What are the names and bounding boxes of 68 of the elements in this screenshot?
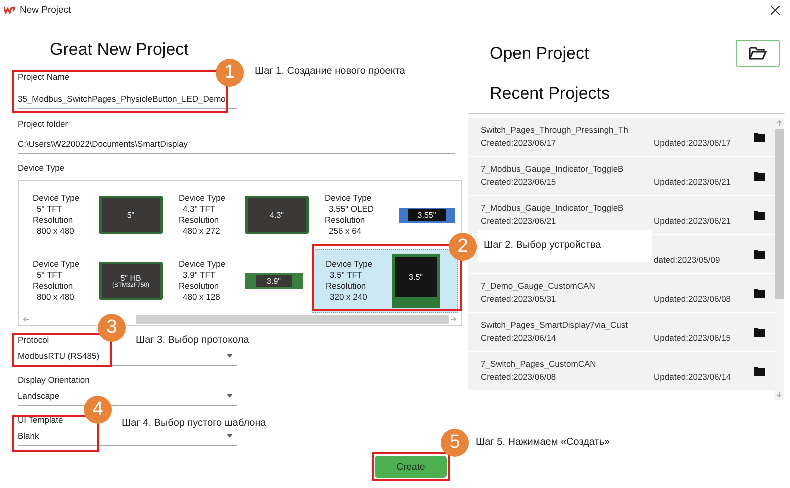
window-title: New Project — [20, 4, 72, 16]
step-marker: 4 — [84, 396, 112, 424]
device-type-value: 4.3" TFT — [182, 204, 217, 215]
step-marker: 3 — [98, 314, 126, 342]
resolution-label: Resolution — [325, 215, 366, 226]
resolution-value: 256 x 64 — [328, 226, 363, 237]
step-caption: Шаг 5. Нажимаем «Создать» — [476, 437, 610, 449]
created-date: Created:2023/06/17 — [481, 138, 556, 148]
created-date: Created:2023/06/21 — [481, 216, 556, 226]
step-marker: 1 — [216, 59, 244, 87]
created-date: Created:2023/06/08 — [481, 372, 556, 382]
created-date: Created:2023/05/31 — [481, 294, 556, 304]
field-label: Display Orientation — [18, 375, 90, 386]
project-name: 7_Modbus_Gauge_Indicator_ToggleB — [481, 164, 624, 174]
device-type-label: Device Type — [33, 193, 81, 204]
resolution-label: Resolution — [33, 281, 74, 292]
project-name: 7_Modbus_Gauge_Indicator_ToggleB — [481, 203, 624, 213]
field-label: UI Template — [18, 415, 64, 426]
screen-size-text: 3.9" — [267, 276, 281, 286]
screen-size-text: 5" — [127, 210, 135, 220]
updated-date: Updated:2023/06/08 — [654, 293, 732, 306]
updated-date: Updated:2023/06/21 — [654, 215, 732, 228]
recent-projects-heading: Recent Projects — [490, 84, 611, 104]
open-project-heading: Open Project — [490, 44, 590, 64]
updated-date: Updated:2023/06/17 — [654, 137, 732, 150]
resolution-label: Resolution — [33, 215, 74, 226]
step-marker: 5 — [441, 429, 469, 457]
step-tooltip: Шаг 2. Выбор устройства — [478, 230, 652, 262]
device-type-label: Device Type — [325, 193, 373, 204]
device-type-label: Device Type — [33, 259, 81, 270]
device-type-value: 5" TFT — [36, 204, 64, 215]
screen-size-text: 3.5" — [409, 272, 423, 282]
updated-date: dated:2023/05/09 — [654, 254, 720, 267]
device-type-label: Device Type — [179, 193, 227, 204]
device-type-label: Device Type — [179, 259, 227, 270]
device-type-value: 3.5" TFT — [329, 270, 364, 281]
step-caption: Шаг 4. Выбор пустого шаблона — [122, 418, 266, 430]
resolution-value: 480 x 128 — [182, 292, 222, 303]
step-caption: Шаг 1. Создание нового проекта — [255, 66, 406, 78]
created-date: Created:2023/06/15 — [481, 177, 556, 187]
screen-size-text: 3.55" — [418, 210, 436, 220]
step-caption: Шаг 3. Выбор протокола — [136, 335, 250, 347]
device-type-value: 3.9" TFT — [182, 270, 217, 281]
device-type-value: 5" TFT — [36, 270, 64, 281]
project-name: Switch_Pages_SmartDisplay7via_Cust — [481, 320, 628, 330]
updated-date: Updated:2023/06/14 — [654, 371, 732, 384]
resolution-label: Resolution — [179, 215, 220, 226]
create-project-heading: Great New Project — [50, 40, 189, 60]
resolution-value: 800 x 480 — [36, 226, 76, 237]
field-label: Project Name — [18, 72, 70, 83]
resolution-value: 480 x 272 — [182, 226, 222, 237]
device-type-value: 3.55" OLED — [328, 204, 376, 215]
updated-date: Updated:2023/06/21 — [654, 176, 732, 189]
resolution-value: 320 x 240 — [329, 292, 368, 303]
resolution-label: Resolution — [326, 281, 368, 292]
updated-date: Updated:2023/06/15 — [654, 332, 732, 345]
field-label: Protocol — [18, 335, 50, 346]
resolution-value: 800 x 480 — [36, 292, 76, 303]
project-name: Switch_Pages_Through_Pressingh_Th — [481, 125, 628, 135]
created-date: Created:2023/06/14 — [481, 333, 556, 343]
screen-size-text: 5" HB — [120, 274, 142, 282]
project-name: 7_Demo_Gauge_CustomCAN — [481, 281, 596, 291]
project-name: 7_Switch_Pages_CustomCAN — [481, 359, 596, 369]
screen-size-text: 4.3" — [270, 210, 284, 220]
field-label: Project folder — [18, 119, 68, 130]
resolution-label: Resolution — [179, 281, 220, 292]
device-type-label: Device Type — [326, 259, 374, 270]
field-label: Device Type — [18, 163, 65, 174]
